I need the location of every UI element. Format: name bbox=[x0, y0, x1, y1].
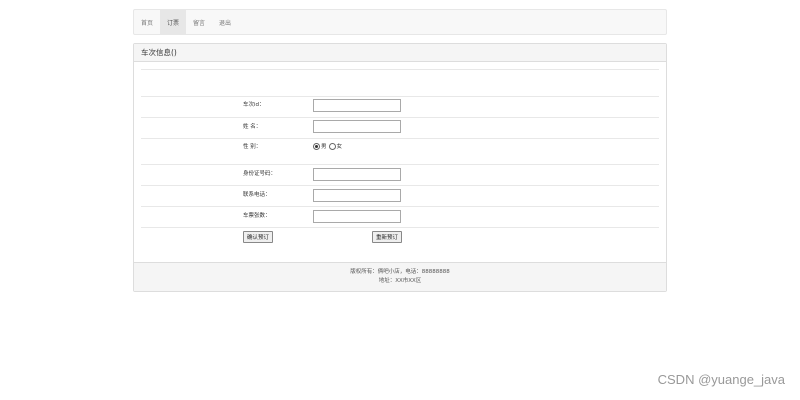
nav-book-ticket[interactable]: 订票 bbox=[160, 10, 187, 34]
divider bbox=[141, 138, 659, 139]
divider bbox=[141, 227, 659, 228]
train-info-panel: 车次信息() 车次id： 姓 名： 性 别： 男 女 身份证号码： 联系电话： … bbox=[133, 43, 667, 292]
name-input[interactable] bbox=[313, 120, 401, 133]
id-card-input[interactable] bbox=[313, 168, 401, 181]
gender-label: 性 别： bbox=[243, 144, 262, 150]
id-card-label: 身份证号码： bbox=[243, 171, 277, 177]
nav-logout[interactable]: 退出 bbox=[212, 10, 238, 34]
reset-booking-button[interactable]: 重新预订 bbox=[372, 231, 403, 243]
panel-title: 车次信息() bbox=[134, 44, 666, 62]
divider bbox=[141, 164, 659, 165]
ticket-count-input[interactable] bbox=[313, 210, 401, 223]
gender-male-label: 男 bbox=[321, 144, 327, 150]
train-id-input[interactable] bbox=[313, 99, 401, 112]
nav-home[interactable]: 首页 bbox=[134, 10, 160, 34]
divider bbox=[141, 185, 659, 186]
confirm-booking-button[interactable]: 确认预订 bbox=[243, 231, 274, 243]
phone-label: 联系电话： bbox=[243, 192, 271, 198]
gender-male-radio[interactable] bbox=[313, 142, 320, 150]
nav-messages[interactable]: 留言 bbox=[186, 10, 212, 34]
gender-radio-group: 男 女 bbox=[313, 142, 344, 150]
footer-address: 地址：XX市XX区 bbox=[378, 278, 422, 284]
name-label: 姓 名： bbox=[243, 124, 262, 130]
top-navbar: 首页 订票 留言 退出 bbox=[133, 9, 667, 35]
phone-input[interactable] bbox=[313, 189, 401, 202]
ticket-count-label: 车票张数： bbox=[243, 213, 271, 219]
divider bbox=[141, 96, 659, 97]
footer-copyright: 版权所有：俩吧小店，电话：88888888 bbox=[350, 269, 450, 275]
gender-female-radio[interactable] bbox=[328, 142, 336, 150]
watermark: CSDN @yuange_java bbox=[657, 372, 785, 387]
divider bbox=[141, 117, 659, 118]
divider bbox=[141, 69, 659, 70]
train-id-label: 车次id： bbox=[243, 102, 265, 108]
gender-female-label: 女 bbox=[336, 144, 343, 150]
panel-footer: 版权所有：俩吧小店，电话：88888888 地址：XX市XX区 bbox=[134, 262, 666, 291]
divider bbox=[141, 206, 659, 207]
